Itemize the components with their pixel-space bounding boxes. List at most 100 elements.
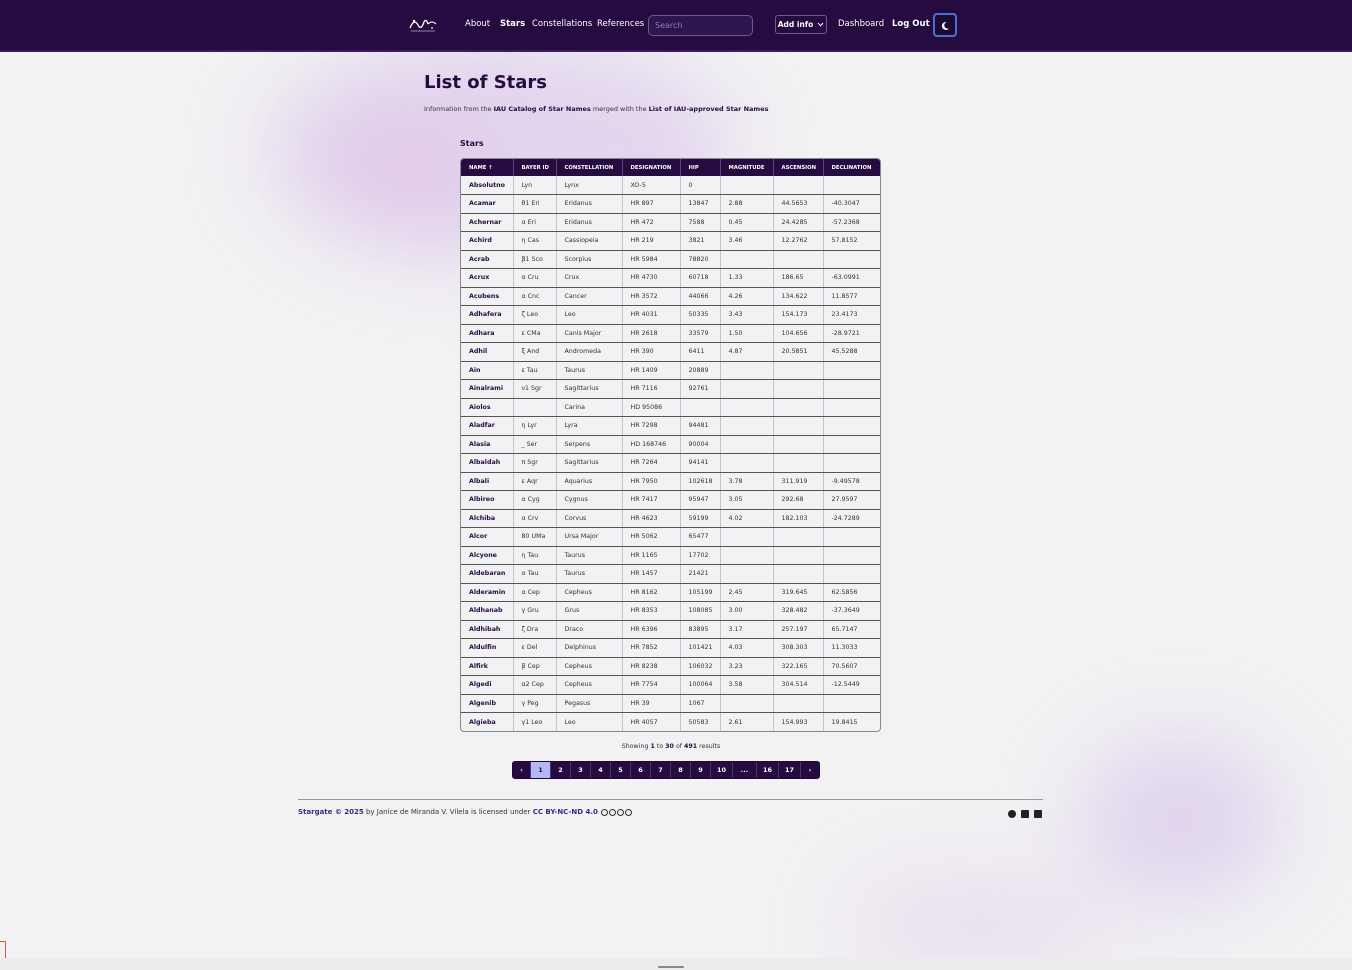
prev-page-button[interactable]: ‹	[513, 762, 531, 778]
table-row[interactable]: Aldhibah ζ Dra Draco HR 6396 83895 3.17 257.19…	[461, 620, 880, 639]
column-header: BAYER ID	[513, 159, 557, 176]
table-row[interactable]: Alcor 80 UMa Ursa Major HR 5062 65477	[461, 527, 880, 547]
table-row[interactable]: Adhara ε CMa Canis Major HR 2618 33579 1.50 10…	[461, 324, 880, 343]
table-row[interactable]: Alasia _ Ser Serpens HD 168746 90004	[461, 435, 880, 454]
logout-link[interactable]: Log Out	[892, 19, 930, 29]
star-name-cell[interactable]: Absolutno	[461, 176, 514, 195]
table-row[interactable]: Ainalrami ν1 Sgr Sagittarius HR 7116 92761	[461, 379, 880, 399]
star-name-cell[interactable]: Alfirk	[461, 657, 514, 676]
star-name-cell[interactable]: Albaldah	[461, 453, 514, 473]
table-cell: HR 2618	[622, 324, 681, 343]
table-row[interactable]: Algieba γ1 Leo Leo HR 4057 50583 2.61 154.993 1…	[461, 712, 880, 731]
table-row[interactable]: Achird η Cas Cassiopeia HR 219 3821 3.46 12.27…	[461, 231, 880, 251]
table-row[interactable]: Aiolos Carina HD 95086	[461, 398, 880, 417]
star-name-cell[interactable]: Achernar	[461, 213, 514, 232]
table-cell: 134.622	[773, 287, 824, 306]
table-row[interactable]: Alfirk β Cep Cepheus HR 8238 106032 3.23 322.1…	[461, 657, 880, 676]
github-icon[interactable]	[1008, 810, 1016, 818]
page-button[interactable]: 17	[779, 762, 801, 778]
star-name-cell[interactable]: Acubens	[461, 287, 514, 306]
star-name-cell[interactable]: Achird	[461, 231, 514, 251]
table-row[interactable]: Acamar θ1 Eri Eridanus HR 897 13847 2.88 44.56…	[461, 194, 880, 214]
footer-divider	[298, 799, 1043, 800]
star-name-cell[interactable]: Aldhibah	[461, 620, 514, 639]
portfolio-icon[interactable]	[1034, 810, 1042, 818]
nav-dashboard-link[interactable]: Dashboard	[838, 19, 884, 29]
table-row[interactable]: Acrab β1 Sco Scorpius HR 5984 78820	[461, 250, 880, 269]
table-row[interactable]: Achernar α Eri Eridanus HR 472 7588 0.45 24.42…	[461, 213, 880, 232]
table-row[interactable]: Alcyone η Tau Taurus HR 1165 17702	[461, 546, 880, 565]
star-name-cell[interactable]: Alderamin	[461, 583, 514, 602]
table-row[interactable]: Adhafera ζ Leo Leo HR 4031 50335 3.43 154.173 2…	[461, 305, 880, 325]
star-name-cell[interactable]: Albali	[461, 472, 514, 491]
star-name-cell[interactable]: Alchiba	[461, 509, 514, 528]
table-row[interactable]: Alderamin α Cep Cepheus HR 8162 105199 2.45 31…	[461, 583, 880, 602]
table-row[interactable]: Albireo α Cyg Cygnus HR 7417 95947 3.05 292.68…	[461, 490, 880, 510]
iau-approved-names-link[interactable]: List of IAU-approved Star Names	[649, 105, 769, 113]
table-row[interactable]: Ain ε Tau Taurus HR 1409 20889	[461, 361, 880, 380]
table-row[interactable]: Acubens α Cnc Cancer HR 3572 44066 4.26 134.62…	[461, 287, 880, 306]
page-button[interactable]: 16	[757, 762, 779, 778]
star-name-cell[interactable]: Algenib	[461, 694, 514, 713]
page-button[interactable]: 4	[591, 762, 611, 778]
star-name-cell[interactable]: Alcyone	[461, 546, 514, 565]
table-row[interactable]: Albali ε Aqr Aquarius HR 7950 102618 3.78 311.…	[461, 472, 880, 491]
brand-link[interactable]: Stargate © 2025	[298, 808, 364, 816]
license-link[interactable]: CC BY-NC-ND 4.0	[533, 808, 598, 816]
star-name-cell[interactable]: Acrab	[461, 250, 514, 269]
star-name-cell[interactable]: Adhafera	[461, 305, 514, 325]
column-header[interactable]: NAME ↑	[461, 159, 514, 176]
star-name-cell[interactable]: Adhara	[461, 324, 514, 343]
table-row[interactable]: Algedi α2 Cep Cepheus HR 7754 100064 3.58 304.…	[461, 675, 880, 695]
star-name-cell[interactable]: Acrux	[461, 268, 514, 288]
page-button[interactable]: 5	[611, 762, 631, 778]
footer-author: by Janice de Miranda V. Vilela is licens…	[363, 808, 533, 816]
nav-stars-link[interactable]: Stars	[500, 19, 525, 29]
table-row[interactable]: Aladfar η Lyr Lyra HR 7298 94481	[461, 416, 880, 436]
table-row[interactable]: Aldebaran α Tau Taurus HR 1457 21421	[461, 564, 880, 584]
star-name-cell[interactable]: Alcor	[461, 527, 514, 547]
iau-catalog-link[interactable]: IAU Catalog of Star Names	[494, 105, 591, 113]
star-name-cell[interactable]: Adhil	[461, 342, 514, 362]
table-row[interactable]: Algenib γ Peg Pegasus HR 39 1067	[461, 694, 880, 713]
pagination-ellipsis[interactable]: ...	[733, 762, 757, 778]
star-name-cell[interactable]: Aldhanab	[461, 601, 514, 621]
page-button[interactable]: 7	[651, 762, 671, 778]
table-cell: 70.5607	[823, 657, 880, 676]
star-name-cell[interactable]: Aladfar	[461, 416, 514, 436]
page-button[interactable]: 9	[691, 762, 711, 778]
table-row[interactable]: Aldhanab γ Gru Grus HR 8353 108085 3.00 328.48…	[461, 601, 880, 621]
star-name-cell[interactable]: Alasia	[461, 435, 514, 454]
star-name-cell[interactable]: Aiolos	[461, 398, 514, 417]
page-button[interactable]: 6	[631, 762, 651, 778]
add-info-dropdown[interactable]: Add info	[775, 15, 827, 34]
star-name-cell[interactable]: Aldebaran	[461, 564, 514, 584]
star-name-cell[interactable]: Ain	[461, 361, 514, 380]
star-name-cell[interactable]: Albireo	[461, 490, 514, 510]
nav-constellations-link[interactable]: Constellations	[532, 19, 592, 29]
next-page-button[interactable]: ›	[801, 762, 819, 778]
stargate-logo[interactable]	[408, 16, 438, 34]
star-name-cell[interactable]: Aldulfin	[461, 638, 514, 658]
star-name-cell[interactable]: Ainalrami	[461, 379, 514, 399]
star-name-cell[interactable]: Acamar	[461, 194, 514, 214]
table-row[interactable]: Aldulfin ε Del Delphinus HR 7852 101421 4.03 3…	[461, 638, 880, 658]
page-button[interactable]: 8	[671, 762, 691, 778]
star-name-cell[interactable]: Algieba	[461, 712, 514, 731]
star-name-cell[interactable]: Algedi	[461, 675, 514, 695]
page-button[interactable]: 1	[531, 762, 551, 778]
table-row[interactable]: Alchiba α Crv Corvus HR 4623 59199 4.02 182.10…	[461, 509, 880, 528]
table-row[interactable]: Albaldah π Sgr Sagittarius HR 7264 94141	[461, 453, 880, 473]
page-button[interactable]: 10	[711, 762, 733, 778]
page-button[interactable]: 2	[551, 762, 571, 778]
linkedin-icon[interactable]	[1021, 810, 1029, 818]
search-input[interactable]	[648, 15, 753, 36]
resize-handle[interactable]	[658, 966, 684, 968]
nav-about-link[interactable]: About	[465, 19, 490, 29]
page-button[interactable]: 3	[571, 762, 591, 778]
table-row[interactable]: Acrux α Cru Crux HR 4730 60718 1.33 186.65 -63.…	[461, 268, 880, 288]
dark-mode-toggle[interactable]	[933, 13, 957, 37]
table-row[interactable]: Absolutno Lyn Lynx XO-5 0	[461, 176, 880, 195]
table-row[interactable]: Adhil ξ And Andromeda HR 390 6411 4.87 20.5851…	[461, 342, 880, 362]
nav-references-link[interactable]: References	[597, 19, 644, 29]
